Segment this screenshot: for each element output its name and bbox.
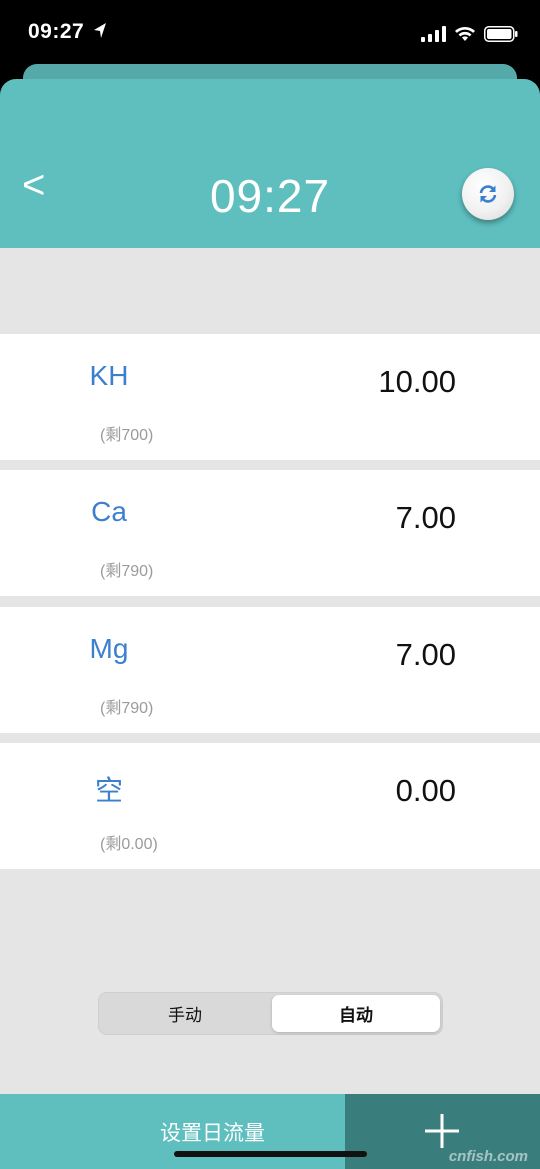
auto-mode-segment[interactable]: 自动 [272, 995, 440, 1032]
refresh-icon [479, 185, 497, 203]
status-time: 09:27 [28, 20, 85, 43]
item-remaining: (剩790) [100, 563, 154, 580]
item-name: 空 [94, 775, 123, 806]
manual-mode-segment[interactable]: 手动 [101, 995, 269, 1032]
item-value: 7.00 [395, 637, 456, 672]
set-daily-flow-label: 设置日流量 [160, 1121, 265, 1145]
item-name: Ca [91, 496, 127, 527]
refresh-button[interactable] [462, 168, 514, 220]
watermark: cnfish.com [448, 1148, 528, 1165]
item-value: 10.00 [378, 364, 456, 399]
status-bar: 09:27 [0, 0, 540, 64]
item-name: Mg [89, 633, 129, 664]
item-name: KH [89, 360, 129, 391]
list-item[interactable]: Ca (剩790) 7.00 [0, 470, 540, 596]
item-value: 7.00 [395, 500, 456, 535]
battery-icon [484, 26, 518, 42]
mode-segmented-control: 手动 自动 [98, 992, 443, 1035]
item-remaining: (剩790) [100, 700, 154, 717]
list-item[interactable]: 空 (剩0.00) 0.00 [0, 743, 540, 869]
page-title: 09:27 [209, 170, 331, 222]
add-button[interactable]: cnfish.com [345, 1094, 540, 1169]
content-area: KH (剩700) 10.00 Ca (剩790) 7.00 Mg (剩790)… [0, 248, 540, 1094]
item-value: 0.00 [395, 773, 456, 808]
status-indicators [421, 24, 518, 44]
header: < 09:27 [0, 79, 540, 248]
wifi-icon [455, 27, 475, 41]
plus-icon [425, 1114, 459, 1148]
list-item[interactable]: Mg (剩790) 7.00 [0, 607, 540, 733]
item-remaining: (剩700) [100, 427, 154, 444]
item-remaining: (剩0.00) [100, 836, 158, 853]
home-indicator [174, 1151, 367, 1157]
set-daily-flow-button[interactable]: 设置日流量 [0, 1094, 345, 1169]
list-item[interactable]: KH (剩700) 10.00 [0, 334, 540, 460]
location-arrow-icon [94, 23, 106, 38]
signal-icon [421, 26, 446, 42]
